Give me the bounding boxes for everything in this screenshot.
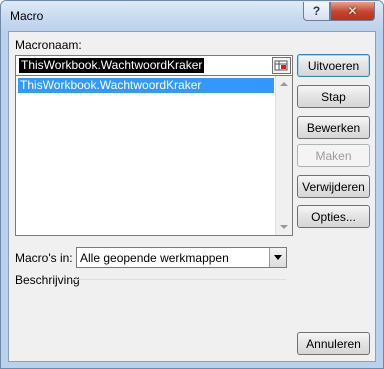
macros-in-value: Alle geopende werkmappen xyxy=(80,251,229,265)
edit-button[interactable]: Bewerken xyxy=(297,116,370,139)
vertical-scrollbar[interactable] xyxy=(275,76,292,235)
description-separator xyxy=(72,279,286,280)
macro-list[interactable]: ThisWorkbook.WachtwoordKraker xyxy=(15,75,293,236)
dialog-body: Macronaam: ThisWorkbook.WachtwoordKraker… xyxy=(8,31,376,362)
macros-in-select[interactable]: Alle geopende werkmappen xyxy=(76,247,287,268)
help-button[interactable]: ? xyxy=(303,2,330,21)
delete-button[interactable]: Verwijderen xyxy=(297,175,370,198)
create-button: Maken xyxy=(297,144,370,167)
close-icon: ✕ xyxy=(347,4,358,18)
scroll-down-icon[interactable] xyxy=(280,225,288,229)
chevron-down-icon xyxy=(274,255,282,260)
step-button[interactable]: Stap xyxy=(297,85,370,108)
collapse-dialog-button[interactable] xyxy=(272,57,291,74)
macros-in-label: Macro's in: xyxy=(15,251,73,265)
macro-dialog: Macro ? ✕ Macronaam: ThisWorkbook.Wachtw… xyxy=(0,0,384,369)
cancel-button[interactable]: Annuleren xyxy=(297,332,370,355)
macro-name-input[interactable]: ThisWorkbook.WachtwoordKraker xyxy=(15,55,293,76)
run-button[interactable]: Uitvoeren xyxy=(297,54,370,77)
help-icon: ? xyxy=(312,4,321,18)
close-button[interactable]: ✕ xyxy=(330,2,375,21)
options-button[interactable]: Opties... xyxy=(297,205,370,228)
macro-name-value[interactable]: ThisWorkbook.WachtwoordKraker xyxy=(19,58,205,73)
macro-name-label: Macronaam: xyxy=(15,38,82,52)
scroll-up-icon[interactable] xyxy=(280,82,288,86)
title-bar[interactable]: Macro ? ✕ xyxy=(1,1,383,31)
range-select-icon xyxy=(274,60,288,71)
description-label: Beschrijving xyxy=(15,273,80,287)
window-title: Macro xyxy=(10,9,44,23)
list-item[interactable]: ThisWorkbook.WachtwoordKraker xyxy=(18,78,274,93)
dropdown-button[interactable] xyxy=(269,248,286,267)
